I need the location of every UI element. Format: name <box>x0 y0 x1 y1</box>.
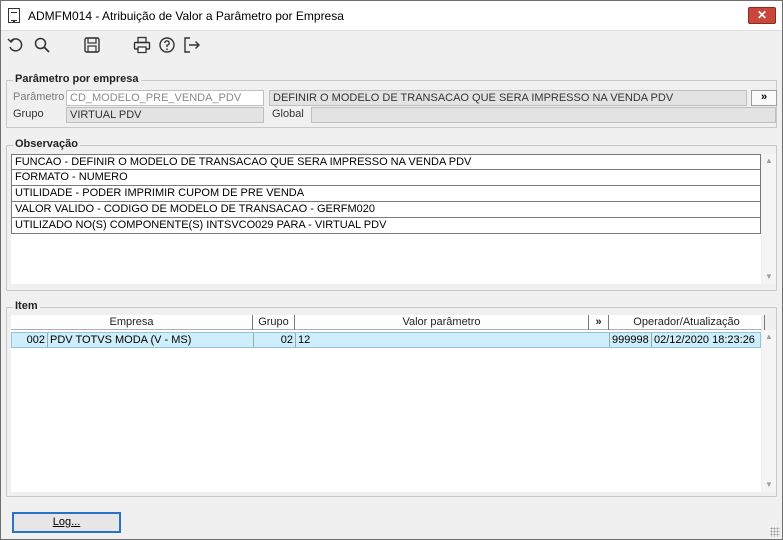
group-field: VIRTUAL PDV <box>66 107 264 123</box>
print-icon[interactable] <box>132 35 152 55</box>
exit-icon[interactable] <box>182 35 202 55</box>
close-button[interactable]: ✕ <box>748 7 776 24</box>
global-label: Global <box>272 108 304 120</box>
scroll-down-icon[interactable]: ▼ <box>762 270 776 284</box>
observation-line: FUNCAO - DEFINIR O MODELO DE TRANSACAO Q… <box>11 154 761 170</box>
param-group: Parâmetro por empresa Parâmetro CD_MODEL… <box>6 73 777 128</box>
item-table: Empresa Grupo Valor parâmetro » Operador… <box>11 315 765 492</box>
column-empresa[interactable]: Empresa <box>11 315 253 330</box>
scroll-down-icon[interactable]: ▼ <box>762 478 776 492</box>
observation-line: UTILIZADO NO(S) COMPONENTE(S) INTSVCO029… <box>11 218 761 234</box>
window: ADMFM014 - Atribuição de Valor a Parâmet… <box>0 0 783 540</box>
cell-operador[interactable]: 999998 <box>610 333 652 347</box>
observation-group: Observação FUNCAO - DEFINIR O MODELO DE … <box>6 138 777 291</box>
item-group: Item Empresa Grupo Valor parâmetro » Ope… <box>6 300 777 497</box>
observation-line: UTILIDADE - PODER IMPRIMIR CUPOM DE PRE … <box>11 186 761 202</box>
column-operador[interactable]: Operador/Atualização <box>609 315 765 330</box>
log-button-label: Log... <box>52 516 81 528</box>
title-bar: ADMFM014 - Atribuição de Valor a Parâmet… <box>1 1 782 31</box>
param-field[interactable]: CD_MODELO_PRE_VENDA_PDV <box>66 90 264 106</box>
table-header: Empresa Grupo Valor parâmetro » Operador… <box>11 315 765 330</box>
document-icon <box>8 8 20 23</box>
param-description-field: DEFINIR O MODELO DE TRANSACAO QUE SERA I… <box>269 90 747 106</box>
cell-grupo[interactable]: 02 <box>254 333 296 347</box>
help-icon[interactable] <box>157 35 177 55</box>
observation-line: VALOR VALIDO - CODIGO DE MODELO DE TRANS… <box>11 202 761 218</box>
scroll-up-icon[interactable]: ▲ <box>762 330 776 344</box>
global-field <box>311 107 776 123</box>
item-scrollbar[interactable]: ▲ ▼ <box>762 330 776 492</box>
observation-list: FUNCAO - DEFINIR O MODELO DE TRANSACAO Q… <box>11 154 761 284</box>
observation-line: FORMATO - NUMERO <box>11 170 761 186</box>
observation-scrollbar[interactable]: ▲ ▼ <box>762 154 776 284</box>
group-label: Grupo <box>13 108 44 120</box>
param-label: Parâmetro <box>13 91 65 103</box>
window-title: ADMFM014 - Atribuição de Valor a Parâmet… <box>28 9 344 23</box>
table-row[interactable]: 002 PDV TOTVS MODA (V - MS) 02 12 999998… <box>11 332 761 348</box>
resize-grip[interactable] <box>770 527 780 537</box>
column-expand-button[interactable]: » <box>589 315 609 330</box>
save-icon[interactable] <box>82 35 102 55</box>
column-grupo[interactable]: Grupo <box>253 315 295 330</box>
param-group-title: Parâmetro por empresa <box>13 73 141 85</box>
scroll-up-icon[interactable]: ▲ <box>762 154 776 168</box>
observation-group-title: Observação <box>13 138 80 150</box>
cell-atualizacao[interactable]: 02/12/2020 18:23:26 <box>652 333 766 347</box>
item-group-title: Item <box>13 300 40 312</box>
param-expand-button[interactable]: » <box>751 90 777 106</box>
search-icon[interactable] <box>32 35 52 55</box>
cell-empresa-name[interactable]: PDV TOTVS MODA (V - MS) <box>48 333 254 347</box>
cell-empresa-code[interactable]: 002 <box>12 333 48 347</box>
undo-icon[interactable] <box>6 35 26 55</box>
column-valor[interactable]: Valor parâmetro <box>295 315 589 330</box>
toolbar <box>1 32 782 60</box>
log-button[interactable]: Log... <box>12 512 121 533</box>
cell-valor[interactable]: 12 <box>296 333 610 347</box>
